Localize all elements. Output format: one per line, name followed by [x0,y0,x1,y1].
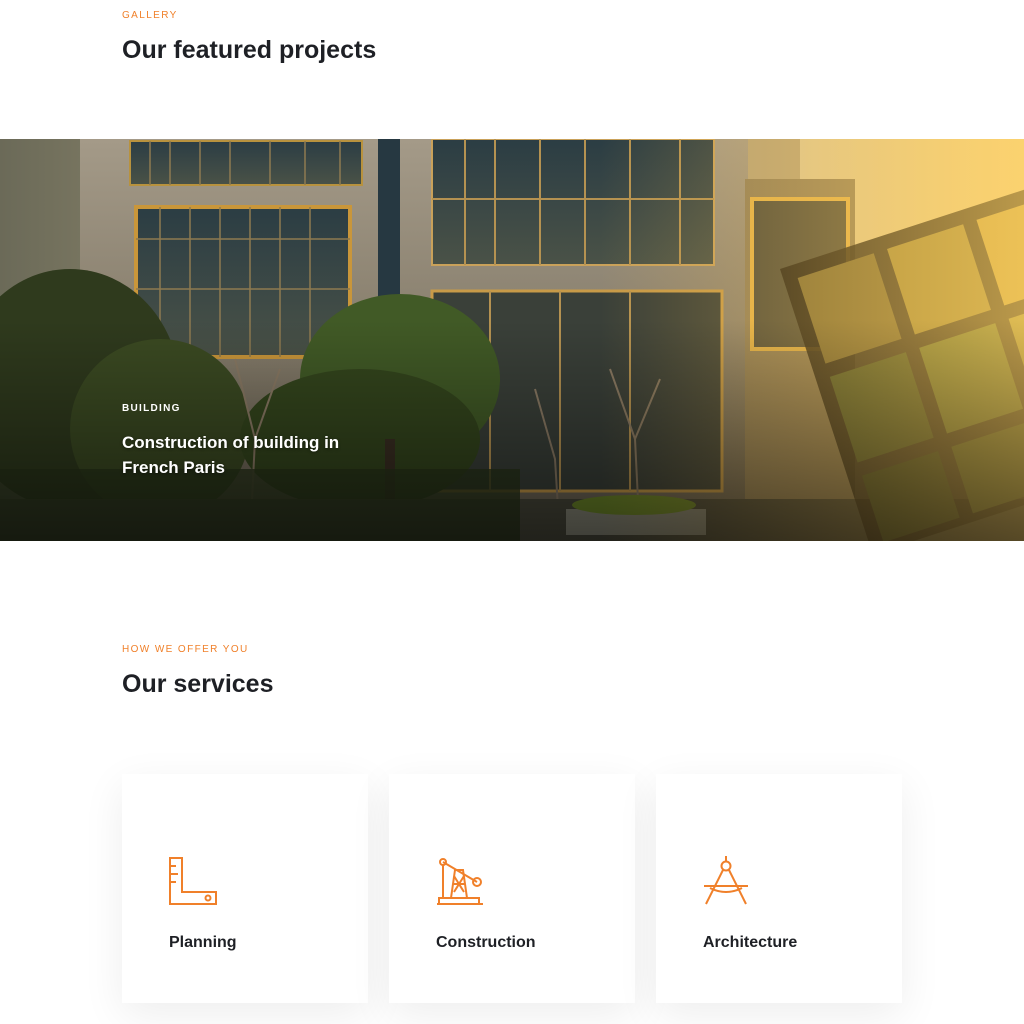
set-square-ruler-icon [169,857,217,905]
project-photo [0,139,1024,541]
gallery-eyebrow: GALLERY [122,10,178,21]
gallery-title: Our featured projects [122,36,377,64]
project-category: BUILDING [122,403,181,414]
gallery-section-header: GALLERY Our featured projects [122,10,376,65]
page: GALLERY Our featured projects BUILDING C… [0,0,1024,1024]
services-section-header: HOW WE OFFER YOU Our services [122,644,274,699]
service-label-architecture: Architecture [703,934,798,951]
crane-tower-icon [437,858,483,905]
featured-project-card[interactable]: BUILDING Construction of building in Fre… [0,139,1024,541]
drafting-compass-icon [704,856,748,905]
services-title: Our services [122,670,274,698]
service-card-architecture[interactable]: Architecture [656,774,902,1003]
project-caption: BUILDING Construction of building in Fre… [122,403,382,480]
service-label-planning: Planning [169,934,237,951]
service-label-construction: Construction [436,934,536,951]
project-title[interactable]: Construction of building in French Paris [122,430,382,480]
service-card-planning[interactable]: Planning [122,774,368,1003]
service-card-construction[interactable]: Construction [389,774,635,1003]
services-eyebrow: HOW WE OFFER YOU [122,644,249,655]
